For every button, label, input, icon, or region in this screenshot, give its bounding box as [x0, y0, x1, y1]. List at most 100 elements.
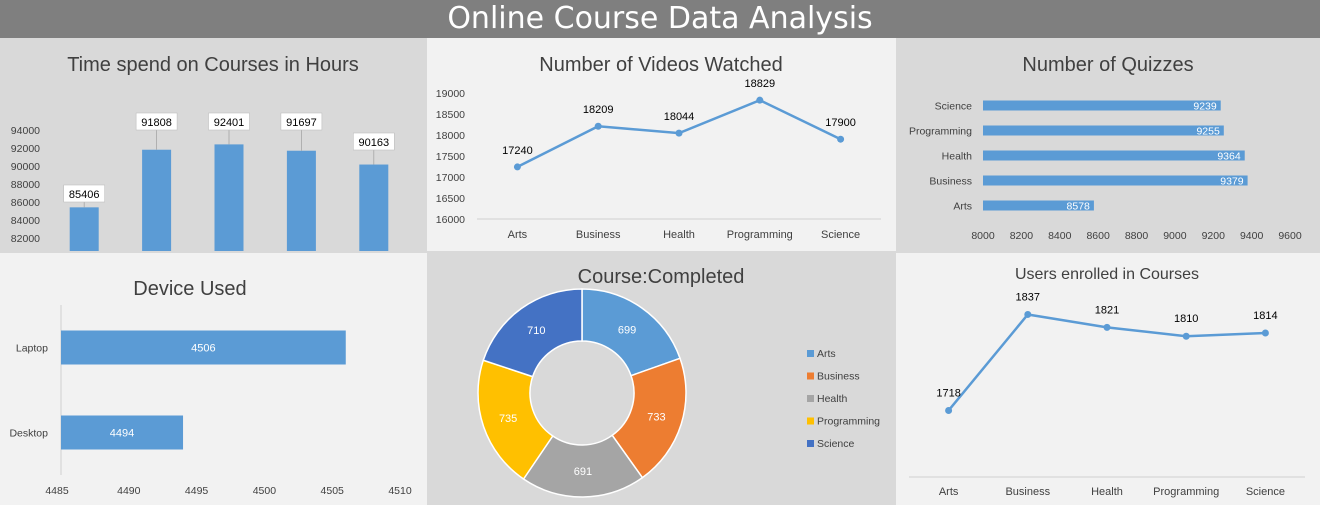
- data-label: 4506: [191, 343, 215, 355]
- bar: [69, 207, 99, 251]
- y-tick-label: Business: [929, 176, 972, 188]
- data-point: [1103, 323, 1111, 331]
- data-point: [945, 406, 953, 414]
- dashboard-title: Online Course Data Analysis: [447, 1, 873, 36]
- data-label: 4494: [110, 428, 134, 440]
- data-point: [513, 163, 521, 171]
- data-label: 8578: [1067, 201, 1091, 213]
- users-enrolled-line-chart: Users enrolled in Courses 1718 Arts 1837 Bus…: [909, 266, 1305, 498]
- bar: [983, 175, 1248, 186]
- quizzes-chart-panel: Number of Quizzes 8578 Arts 9379 Business 936…: [896, 38, 1320, 251]
- x-tick-label: 8400: [1048, 230, 1072, 242]
- bar: [983, 150, 1245, 161]
- bar: [214, 144, 244, 251]
- device-used-chart-panel: Device Used 4494 Desktop 4506 Laptop 4485 4490…: [0, 253, 427, 505]
- data-label: 1837: [1016, 291, 1040, 303]
- y-tick-label: 18000: [436, 130, 465, 142]
- data-label: 91808: [141, 117, 172, 129]
- y-tick-label: Arts: [953, 201, 972, 213]
- data-label: 733: [647, 411, 665, 423]
- x-tick-label: Science: [821, 229, 860, 241]
- data-label: 699: [618, 324, 636, 336]
- x-tick-label: Business: [576, 229, 621, 241]
- y-tick-label: Science: [935, 101, 973, 113]
- y-tick-label: 16500: [436, 193, 465, 205]
- bar: [286, 150, 316, 251]
- y-tick-label: Desktop: [9, 428, 48, 440]
- legend-label: Programming: [817, 416, 880, 428]
- x-tick-label: 4490: [117, 485, 141, 497]
- legend-swatch: [807, 440, 814, 447]
- legend-label: Arts: [817, 348, 836, 360]
- x-tick-label: 9000: [1163, 230, 1187, 242]
- data-label: 17900: [825, 117, 856, 129]
- data-point: [837, 135, 845, 143]
- y-tick-label: Laptop: [16, 343, 48, 355]
- x-tick-label: 8600: [1086, 230, 1110, 242]
- y-tick-label: 88000: [11, 179, 40, 191]
- data-label: 735: [499, 413, 517, 425]
- data-point: [675, 129, 683, 137]
- x-tick-label: 8200: [1010, 230, 1034, 242]
- data-point: [594, 122, 602, 130]
- chart-title: Number of Videos Watched: [539, 54, 782, 76]
- y-tick-label: 16000: [436, 214, 465, 226]
- data-label: 691: [574, 466, 592, 478]
- x-tick-label: Arts: [508, 229, 528, 241]
- data-label: 9379: [1220, 176, 1244, 188]
- y-tick-label: 82000: [11, 233, 40, 245]
- x-tick-label: Health: [663, 229, 695, 241]
- legend-label: Science: [817, 438, 855, 450]
- legend-label: Business: [817, 371, 860, 383]
- y-tick-label: 19000: [436, 88, 465, 100]
- videos-watched-chart-panel: Number of Videos Watched 16000 16500 17000 1…: [427, 38, 896, 251]
- x-tick-label: 4495: [185, 485, 209, 497]
- x-tick-label: 8800: [1125, 230, 1149, 242]
- data-label: 18829: [745, 78, 776, 90]
- x-tick-label: Health: [1091, 486, 1123, 498]
- x-tick-label: 4500: [253, 485, 277, 497]
- y-tick-label: Programming: [909, 126, 972, 138]
- x-tick-label: 4510: [388, 485, 412, 497]
- y-tick-label: 84000: [11, 215, 40, 227]
- data-label: 17240: [502, 145, 533, 157]
- data-point: [1182, 332, 1190, 340]
- data-label: 1814: [1253, 310, 1277, 322]
- course-completed-donut-chart: Course:Completed 699 733 691 735 710 Arts Busin…: [477, 266, 880, 498]
- y-tick-label: 17500: [436, 151, 465, 163]
- legend-swatch: [807, 350, 814, 357]
- legend-swatch: [807, 417, 814, 425]
- time-spent-chart-panel: Time spend on Courses in Hours8000082000…: [0, 38, 427, 251]
- bar: [142, 149, 172, 251]
- data-point: [1261, 329, 1269, 337]
- data-label: 18209: [583, 104, 614, 116]
- data-point: [756, 96, 764, 104]
- y-tick-label: 90000: [11, 161, 40, 173]
- data-label: 90163: [359, 137, 390, 149]
- data-label: 85406: [69, 189, 100, 201]
- time-spent-bar-chart: Time spend on Courses in Hours8000082000…: [11, 54, 395, 251]
- y-tick-label: 92000: [11, 143, 40, 155]
- x-tick-label: 8000: [971, 230, 995, 242]
- legend-swatch: [807, 372, 814, 380]
- data-label: 9364: [1217, 151, 1241, 163]
- x-tick-label: Programming: [1153, 486, 1219, 498]
- data-label: 9239: [1193, 101, 1217, 113]
- data-label: 1821: [1095, 304, 1119, 316]
- data-label: 710: [527, 325, 545, 337]
- y-tick-label: 18500: [436, 109, 465, 121]
- users-enrolled-chart-panel: Users enrolled in Courses 1718 Arts 1837 Bus…: [896, 253, 1320, 505]
- x-tick-label: 9200: [1202, 230, 1226, 242]
- quizzes-bar-chart: Number of Quizzes 8578 Arts 9379 Business 936…: [909, 54, 1302, 242]
- x-tick-label: Science: [1246, 486, 1285, 498]
- videos-watched-line-chart: Number of Videos Watched 16000 16500 17000 1…: [436, 54, 881, 241]
- data-point: [1024, 310, 1032, 318]
- y-tick-label: 17000: [436, 172, 465, 184]
- y-tick-label: 94000: [11, 125, 40, 137]
- data-label: 9255: [1196, 126, 1220, 138]
- chart-title: Course:Completed: [578, 266, 745, 288]
- data-label: 1810: [1174, 313, 1198, 325]
- bar: [983, 125, 1224, 136]
- dashboard-header: Online Course Data Analysis: [0, 0, 1320, 38]
- chart-title: Time spend on Courses in Hours: [67, 54, 359, 76]
